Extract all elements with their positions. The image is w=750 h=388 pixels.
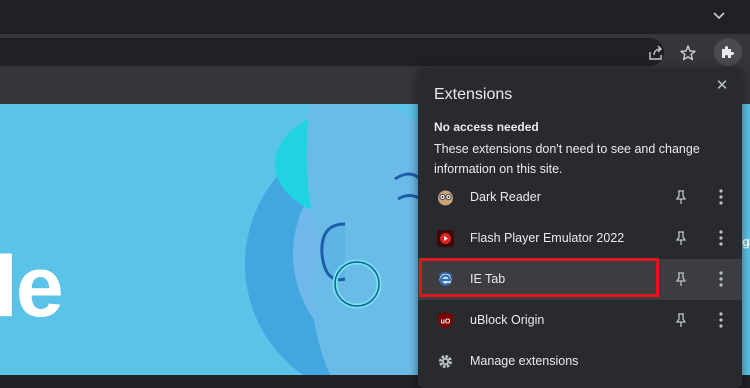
logo-text: le [0,239,64,335]
tab-strip [0,0,750,34]
partial-text: g [742,234,750,249]
ublock-origin-icon: uO [437,312,454,329]
more-options-icon[interactable] [714,270,728,288]
section-description: These extensions don't need to see and c… [434,142,700,176]
dark-reader-icon [437,189,454,206]
section-heading: No access needed [434,120,539,134]
extension-row-dark-reader[interactable]: Dark Reader [418,177,742,218]
pin-icon[interactable] [673,189,689,205]
flash-player-icon [437,230,454,247]
more-options-icon[interactable] [714,188,728,206]
more-options-icon[interactable] [714,229,728,247]
toolbar [0,34,750,68]
extension-name: Flash Player Emulator 2022 [470,231,625,245]
extensions-panel: Extensions ✕ No access needed These exte… [418,68,742,388]
extension-name: uBlock Origin [470,313,545,327]
close-icon[interactable]: ✕ [712,76,732,96]
manage-extensions-row[interactable]: Manage extensions [418,341,742,382]
chevron-down-icon[interactable] [708,6,730,26]
star-icon[interactable] [675,40,701,66]
more-options-icon[interactable] [714,311,728,329]
extension-row-flash-player[interactable]: Flash Player Emulator 2022 [418,218,742,259]
share-icon[interactable] [643,40,669,66]
highlight-box [419,258,659,297]
pin-icon[interactable] [673,312,689,328]
pin-icon[interactable] [673,230,689,246]
extension-name: Dark Reader [470,190,541,204]
manage-extensions-label: Manage extensions [470,354,579,368]
panel-title: Extensions [434,86,513,103]
extension-row-ublock-origin[interactable]: uO uBlock Origin [418,300,742,341]
svg-text:uO: uO [441,319,451,326]
address-bar[interactable] [0,38,664,66]
gear-icon [437,353,454,370]
pin-icon[interactable] [673,271,689,287]
extensions-puzzle-icon[interactable] [714,38,742,66]
